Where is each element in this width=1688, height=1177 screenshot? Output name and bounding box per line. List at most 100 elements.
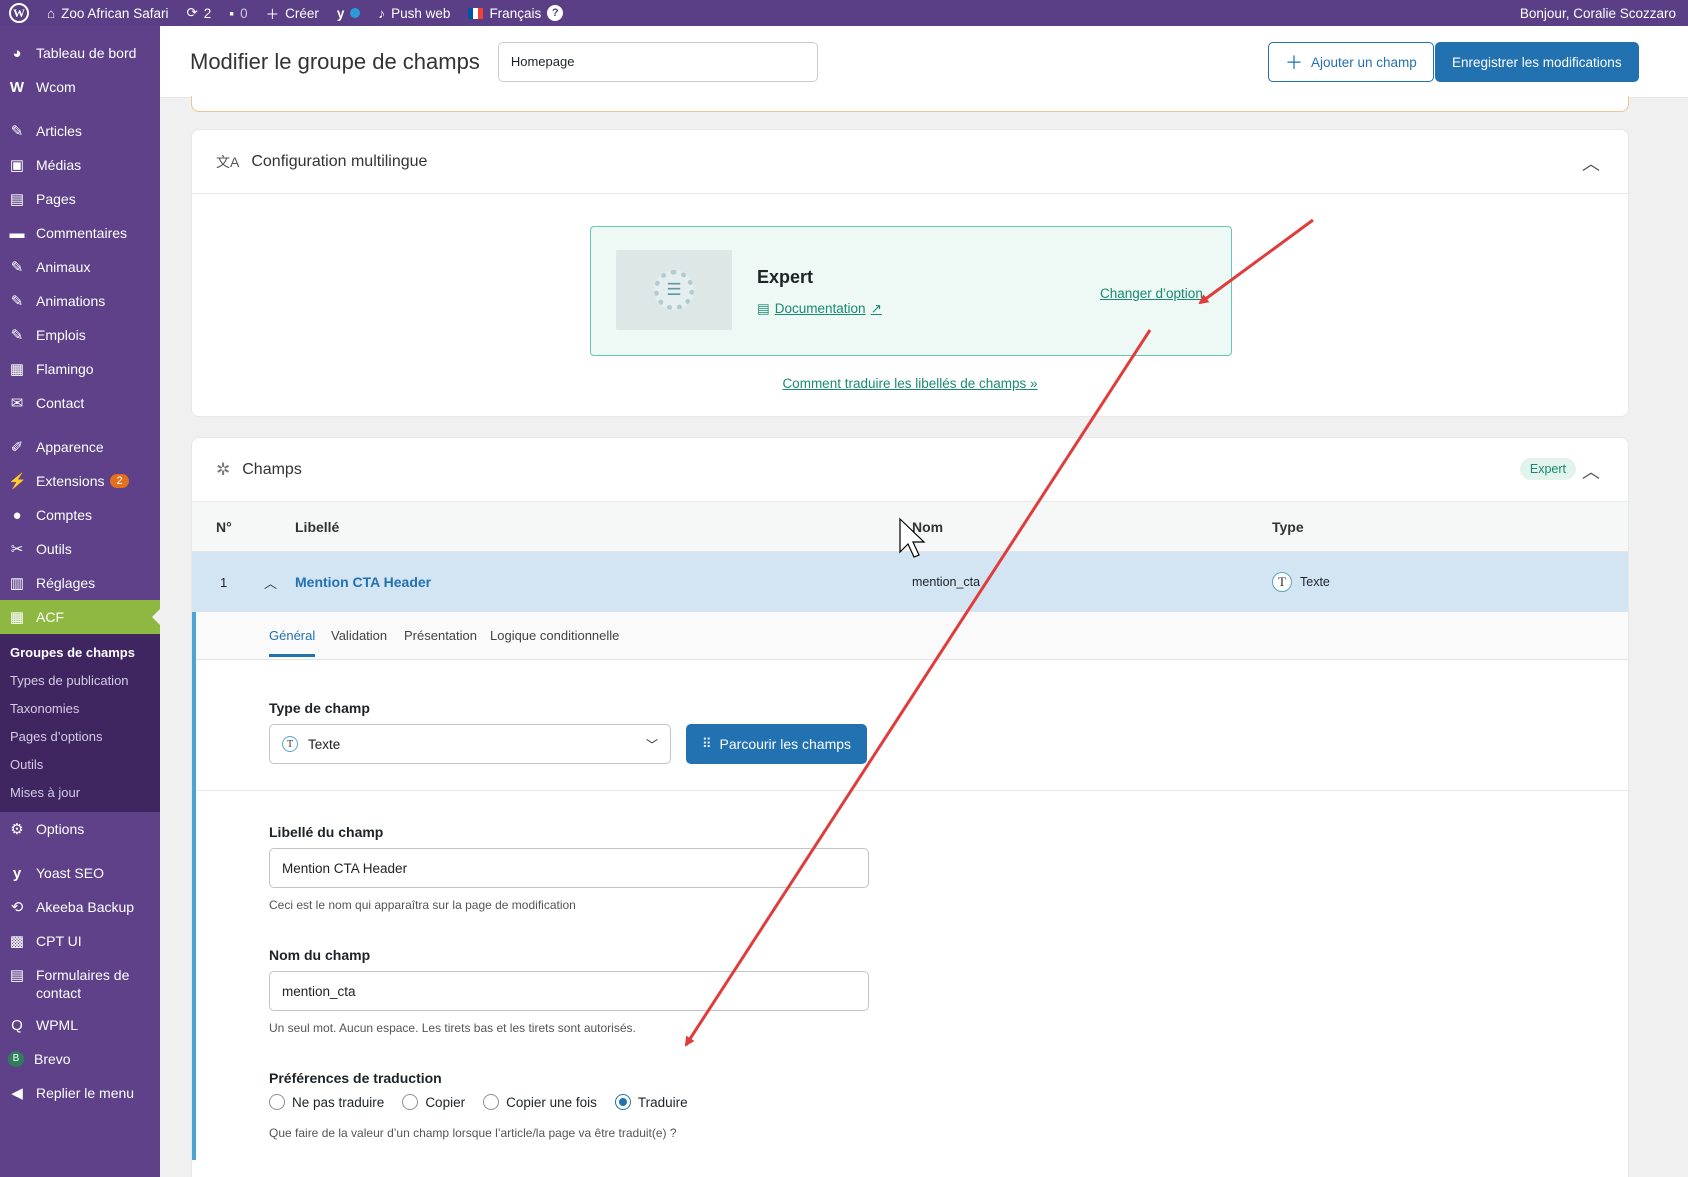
settings-icon: ▥ — [9, 575, 25, 592]
tab-general[interactable]: Général — [269, 628, 316, 657]
pin-icon: ✎ — [10, 327, 24, 344]
submenu-options-pages[interactable]: Pages d’options — [0, 722, 160, 750]
admin-bar: W ⌂ Zoo African Safari ⟳ 2 ▪ 0 ＋ Créer y ♪ Pu… — [0, 0, 1688, 26]
menu-yoast[interactable]: y Yoast SEO — [0, 856, 160, 890]
save-button[interactable]: Enregistrer les modifications — [1435, 42, 1639, 82]
browse-fields-button[interactable]: ⠿ Parcourir les champs — [686, 724, 868, 764]
menu-animations[interactable]: ✎ Animations — [0, 284, 160, 318]
field-group-title-input[interactable]: Homepage — [497, 41, 818, 82]
radio-do-not-translate[interactable]: Ne pas traduire — [269, 1094, 384, 1110]
form-icon: ▤ — [9, 967, 25, 984]
dashboard-icon: ◕ — [12, 44, 22, 62]
yoast-icon: y — [336, 5, 345, 21]
option-title: Expert — [757, 267, 814, 287]
translation-help: Que faire de la valeur d’un champ lorsqu… — [269, 1126, 677, 1140]
submenu-updates[interactable]: Mises à jour — [0, 778, 160, 806]
fields-panel-header[interactable]: ✲ Champs Expert ︿ — [192, 438, 1628, 502]
text-type-icon: T — [1272, 572, 1292, 592]
menu-emplois[interactable]: ✎ Emplois — [0, 318, 160, 352]
option-thumbnail: ☰ — [616, 250, 732, 330]
multilingual-title: Configuration multilingue — [251, 152, 428, 170]
mail-icon: ✉ — [10, 395, 24, 412]
menu-settings[interactable]: ▥ Réglages — [0, 566, 160, 600]
menu-plugins[interactable]: ⚡ Extensions 2 — [0, 464, 160, 498]
updates-link[interactable]: ⟳ 2 — [177, 0, 220, 26]
field-type-select[interactable]: T Texte ﹀ — [269, 724, 671, 764]
add-field-button[interactable]: ＋ Ajouter un champ — [1268, 42, 1434, 82]
wcom-icon: W — [9, 78, 25, 96]
menu-contact-forms[interactable]: ▤ Formulaires de contact — [0, 958, 160, 1008]
submenu-tools[interactable]: Outils — [0, 750, 160, 778]
menu-comments[interactable]: ▬ Commentaires — [0, 216, 160, 250]
push-web-link[interactable]: ♪ Push web — [369, 0, 459, 26]
menu-contact[interactable]: ✉ Contact — [0, 386, 160, 420]
menu-wpml[interactable]: Q WPML — [0, 1008, 160, 1042]
column-type: Type — [1272, 518, 1304, 535]
gear-icon: ⚙ — [10, 821, 24, 838]
comments-icon: ▬ — [9, 224, 25, 242]
comment-icon: ▪ — [229, 5, 235, 21]
field-name-input[interactable]: mention_cta — [269, 971, 869, 1011]
pin-icon: ✎ — [10, 123, 24, 140]
language-switcher[interactable]: Français? — [459, 0, 572, 26]
grid-icon: ⠿ — [702, 736, 712, 751]
wordpress-logo-icon[interactable]: W — [0, 0, 38, 26]
field-label-link[interactable]: Mention CTA Header — [295, 574, 431, 590]
menu-tools[interactable]: ✂ Outils — [0, 532, 160, 566]
tab-conditional-logic[interactable]: Logique conditionnelle — [490, 628, 619, 643]
chevron-up-icon[interactable]: ︿ — [1582, 458, 1600, 484]
submenu-post-types[interactable]: Types de publication — [0, 666, 160, 694]
documentation-link[interactable]: ▤ Documentation ↗ — [757, 301, 882, 317]
wpml-icon: Q — [11, 1016, 23, 1034]
menu-collapse[interactable]: ◀ Replier le menu — [0, 1076, 160, 1110]
menu-articles[interactable]: ✎ Articles — [0, 114, 160, 148]
field-name-label: Nom du champ — [269, 947, 371, 963]
menu-animaux[interactable]: ✎ Animaux — [0, 250, 160, 284]
help-icon[interactable]: ? — [547, 5, 564, 21]
field-type-value: T Texte — [1272, 572, 1330, 592]
menu-wcom[interactable]: W Wcom — [0, 70, 160, 104]
acf-icon: ▦ — [9, 609, 25, 626]
sliders-icon: ☰ — [654, 270, 694, 310]
menu-appearance[interactable]: ✐ Apparence — [0, 430, 160, 464]
tab-validation[interactable]: Validation — [331, 628, 387, 643]
submenu-taxonomies[interactable]: Taxonomies — [0, 694, 160, 722]
divider — [196, 790, 1628, 791]
multilingual-panel-header[interactable]: 文A Configuration multilingue ︿ — [192, 130, 1628, 194]
chevron-up-icon[interactable]: ︿ — [1582, 150, 1600, 176]
chevron-up-icon[interactable]: ︿ — [264, 573, 277, 592]
admin-sidebar: ◕ Tableau de bord W Wcom ✎ Articles ▣ Médias… — [0, 26, 160, 1177]
menu-dashboard[interactable]: ◕ Tableau de bord — [0, 36, 160, 70]
seo-status-dot — [350, 8, 361, 18]
menu-flamingo[interactable]: ▦ Flamingo — [0, 352, 160, 386]
translate-labels-link[interactable]: Comment traduire les libellés de champs … — [192, 376, 1628, 391]
radio-copy-once[interactable]: Copier une fois — [483, 1094, 597, 1110]
field-name-help: Un seul mot. Aucun espace. Les tirets ba… — [269, 1021, 636, 1035]
menu-brevo[interactable]: B Brevo — [0, 1042, 160, 1076]
menu-akeeba[interactable]: ⟲ Akeeba Backup — [0, 890, 160, 924]
menu-users[interactable]: ● Comptes — [0, 498, 160, 532]
new-content-link[interactable]: ＋ Créer — [257, 0, 328, 26]
tab-presentation[interactable]: Présentation — [404, 628, 477, 643]
menu-cptui[interactable]: ▩ CPT UI — [0, 924, 160, 958]
pin-icon: ✎ — [10, 293, 24, 310]
users-icon: ● — [12, 506, 22, 524]
fields-title: Champs — [242, 460, 302, 478]
yoast-menu[interactable]: y — [328, 0, 370, 26]
menu-media[interactable]: ▣ Médias — [0, 148, 160, 182]
site-name-link[interactable]: ⌂ Zoo African Safari — [38, 0, 177, 26]
comments-link[interactable]: ▪ 0 — [220, 0, 256, 26]
field-label-input[interactable]: Mention CTA Header — [269, 848, 869, 888]
menu-pages[interactable]: ▤ Pages — [0, 182, 160, 216]
menu-options[interactable]: ⚙ Options — [0, 812, 160, 846]
submenu-field-groups[interactable]: Groupes de champs — [0, 638, 160, 666]
user-greeting[interactable]: Bonjour, Coralie Scozzaro — [1511, 0, 1688, 26]
radio-translate[interactable]: Traduire — [614, 1094, 688, 1110]
multilingual-panel: 文A Configuration multilingue ︿ ☰ Expert … — [191, 129, 1629, 417]
change-option-link[interactable]: Changer d’option — [1100, 286, 1203, 301]
menu-acf[interactable]: ▦ ACF — [0, 600, 160, 634]
radio-copy[interactable]: Copier — [402, 1094, 465, 1110]
plus-icon: ＋ — [1285, 53, 1303, 73]
plugin-icon: ⚡ — [8, 473, 27, 490]
table-row[interactable]: 1 ︿ Mention CTA Header mention_cta T Text… — [192, 552, 1628, 612]
